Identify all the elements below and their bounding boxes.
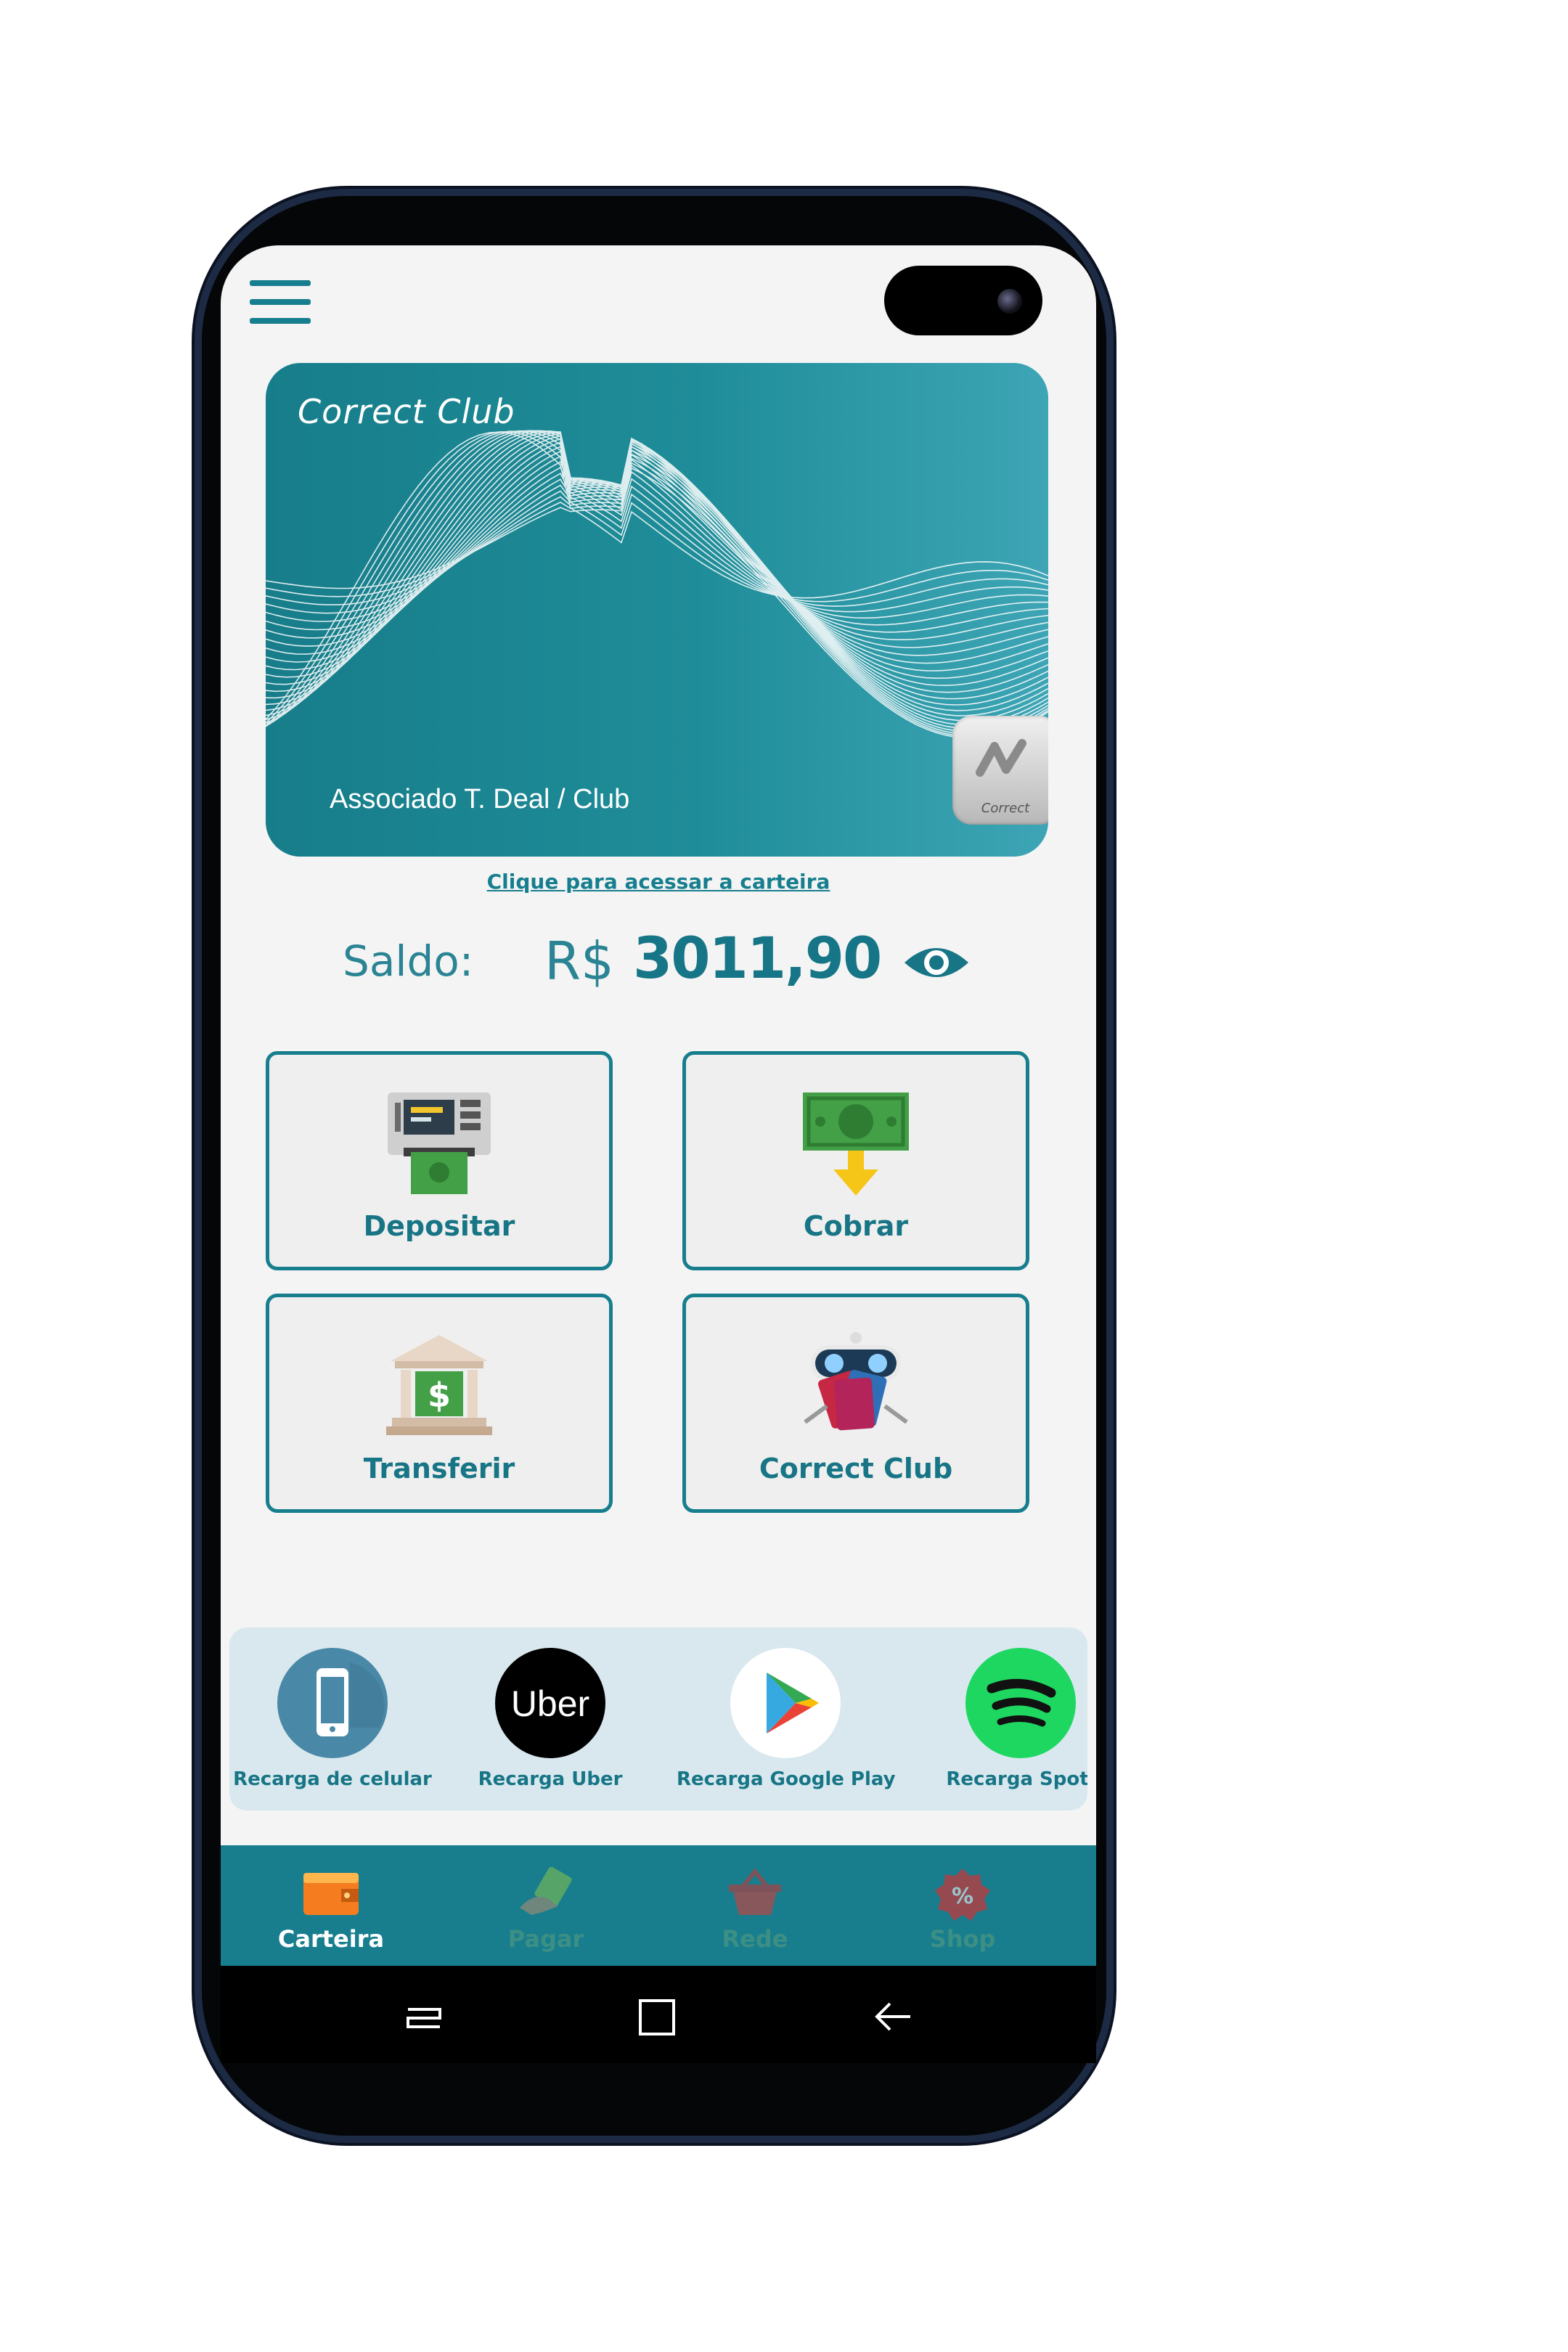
card-title: Correct Club [298,392,515,431]
front-camera [884,266,1042,335]
service-label: Recarga de celular [233,1768,432,1790]
card-logo-text: Correct [981,801,1030,816]
transfer-button[interactable]: $ Transferir [266,1294,613,1513]
club-cards-icon [798,1332,914,1444]
service-spotify-recharge[interactable]: Recarga Spoti [912,1648,1087,1808]
nav-shop[interactable]: % Shop [890,1867,1035,1954]
service-phone-recharge[interactable]: Recarga de celular [229,1648,441,1808]
services-carousel[interactable]: Recarga de celular Uber Recarga Uber Rec… [229,1628,1087,1810]
deposit-label: Depositar [363,1210,515,1242]
basket-icon [724,1867,785,1921]
nav-network-label: Rede [722,1925,788,1953]
back-icon[interactable] [871,1995,915,2038]
correct-logo-icon: Correct [952,716,1048,825]
volume-button [195,465,202,726]
power-button [1106,726,1114,897]
charge-button[interactable]: Cobrar [682,1051,1029,1270]
nav-pay-label: Pagar [507,1925,584,1953]
uber-icon-text: Uber [510,1683,590,1724]
service-label: Recarga Uber [478,1768,623,1790]
wallet-access-link[interactable]: Clique para acessar a carteira [221,870,1096,894]
card-holder-name: Associado T. Deal / Club [330,784,630,814]
recent-apps-icon[interactable] [402,1995,446,2038]
pay-icon [515,1866,576,1921]
system-navigation-bar [221,1966,1096,2063]
nav-wallet-label: Carteira [277,1925,385,1953]
nav-pay[interactable]: Pagar [473,1866,618,1954]
nav-network[interactable]: Rede [682,1867,828,1954]
nav-wallet[interactable]: Carteira [258,1867,404,1954]
spotify-icon [965,1648,1076,1758]
home-icon[interactable] [634,1995,678,2038]
discount-icon: % [932,1867,993,1925]
correct-club-label: Correct Club [759,1453,953,1485]
deposit-button[interactable]: Depositar [266,1051,613,1270]
service-label: Recarga Spoti [946,1768,1087,1790]
transfer-label: Transferir [363,1453,515,1485]
charge-label: Cobrar [803,1210,909,1242]
nav-shop-label: Shop [929,1925,996,1953]
wallet-icon [301,1867,362,1921]
eye-icon[interactable] [902,939,971,986]
uber-icon: Uber [495,1648,605,1758]
bixby-button [195,823,202,990]
google-play-icon [730,1648,841,1758]
svg-text:$: $ [428,1376,451,1415]
menu-icon[interactable] [250,280,311,324]
wave-pattern-icon [266,430,1048,739]
app-screen: Correct Club Associado T. Deal / Club Co… [221,245,1096,1966]
service-google-play-recharge[interactable]: Recarga Google Play [677,1648,896,1808]
bank-transfer-icon: $ [385,1332,494,1444]
service-uber-recharge[interactable]: Uber Recarga Uber [441,1648,659,1808]
wallet-card[interactable]: Correct Club Associado T. Deal / Club Co… [266,363,1048,857]
balance-value: 3011,90 [633,926,882,992]
bottom-navigation: Carteira Pagar Rede % Shop [221,1845,1096,1966]
phone-icon [277,1648,388,1758]
atm-icon [385,1090,494,1201]
cash-receive-icon [801,1090,910,1201]
balance-label: Saldo: [343,936,474,986]
svg-text:%: % [952,1884,973,1909]
correct-club-button[interactable]: Correct Club [682,1294,1029,1513]
camera-lens-icon [997,289,1022,314]
service-label: Recarga Google Play [677,1768,896,1790]
balance-currency: R$ [544,931,614,992]
